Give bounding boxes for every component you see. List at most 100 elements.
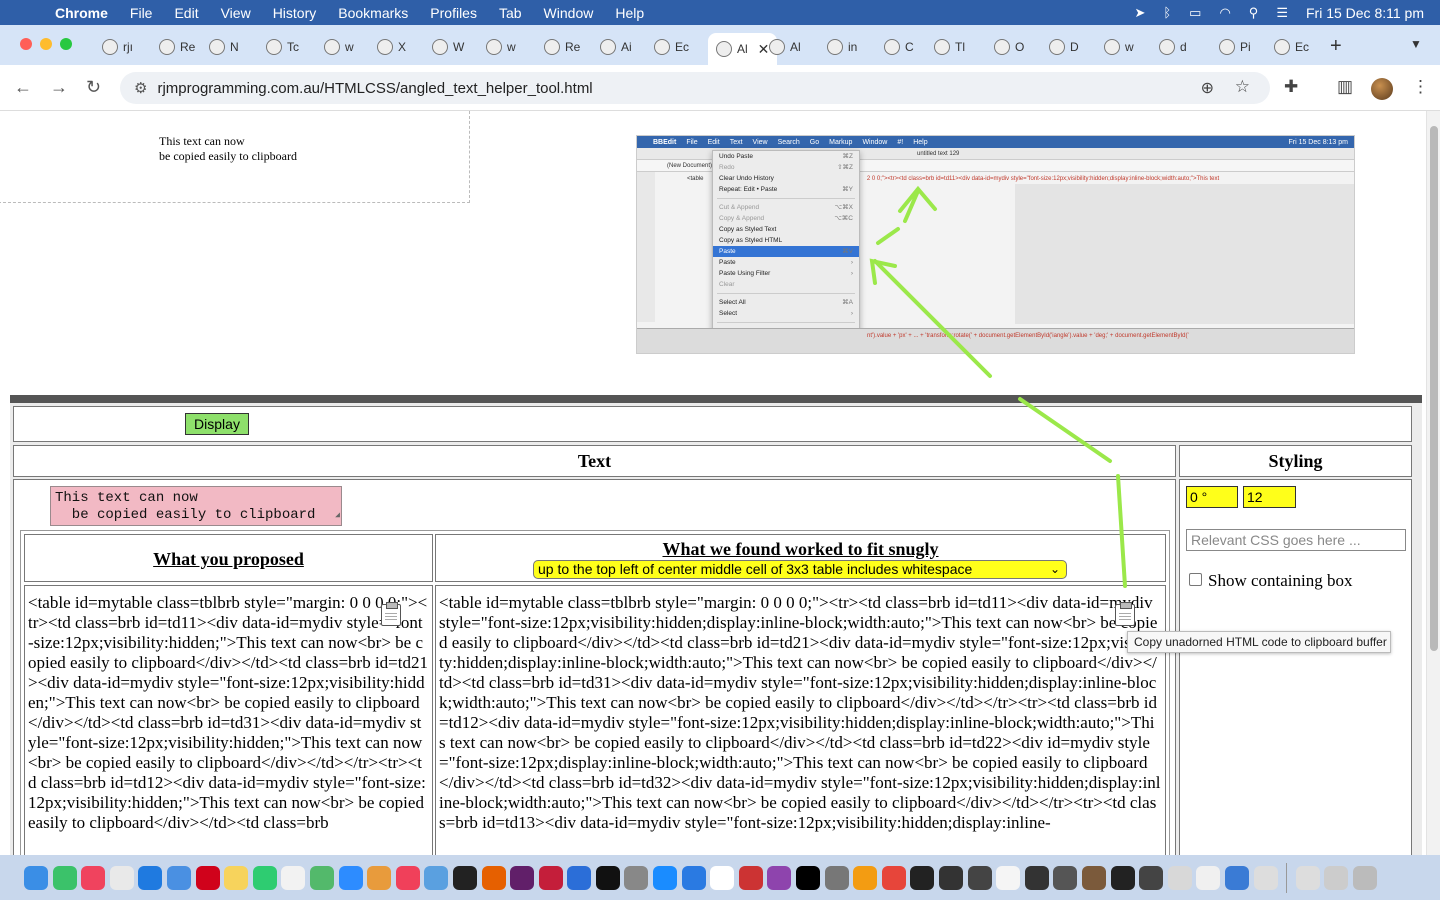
podcasts-icon[interactable] [767, 865, 792, 890]
zoom-window-button[interactable] [60, 38, 72, 50]
textedit-icon[interactable] [281, 865, 306, 890]
keychain-icon[interactable] [824, 865, 849, 890]
menu-edit[interactable]: Edit [163, 5, 209, 21]
tab[interactable]: O [990, 33, 1024, 61]
xcode-icon[interactable] [681, 865, 706, 890]
clock[interactable]: Fri 15 Dec 8:11 pm [1306, 5, 1424, 21]
inkscape-icon[interactable] [910, 865, 935, 890]
calendar-icon[interactable] [710, 865, 735, 890]
fit-mode-select[interactable]: up to the top left of center middle cell… [533, 560, 1067, 579]
photobooth-icon[interactable] [738, 865, 763, 890]
site-info-icon[interactable]: ⚙ [134, 79, 147, 97]
gimp-icon[interactable] [1081, 865, 1106, 890]
firefox-icon[interactable] [481, 865, 506, 890]
console-icon[interactable] [1024, 865, 1049, 890]
control-center-icon[interactable]: ☰ [1276, 5, 1288, 21]
books-icon[interactable] [853, 865, 878, 890]
screen-icon[interactable] [1110, 865, 1135, 890]
zoom-icon[interactable]: ⊕ [1201, 78, 1214, 98]
calculator-icon[interactable] [624, 865, 649, 890]
menu-tab[interactable]: Tab [488, 5, 533, 21]
tab[interactable]: d [1155, 33, 1187, 61]
file-icon[interactable] [1196, 865, 1221, 890]
appstore-icon[interactable] [653, 865, 678, 890]
reload-icon[interactable]: ↻ [86, 77, 101, 98]
pages-icon[interactable] [996, 865, 1021, 890]
bbedit-icon[interactable] [567, 865, 592, 890]
trash-icon[interactable] [1352, 865, 1377, 890]
chevron-down-icon[interactable]: ▼ [1410, 37, 1422, 52]
quicktime-icon[interactable] [967, 865, 992, 890]
minimize-window-button[interactable] [40, 38, 52, 50]
tab[interactable]: Tl [930, 33, 965, 61]
angle-input[interactable]: 0 ° [1186, 486, 1238, 508]
tab[interactable]: w [482, 33, 516, 61]
menu-file[interactable]: File [119, 5, 164, 21]
menu-view[interactable]: View [210, 5, 262, 21]
tab[interactable]: D [1045, 33, 1079, 61]
battery-icon[interactable]: ▭ [1189, 5, 1201, 21]
opera-icon[interactable] [195, 865, 220, 890]
launchpad-icon[interactable] [109, 865, 134, 890]
menu-profiles[interactable]: Profiles [419, 5, 488, 21]
forward-icon[interactable]: → [50, 77, 68, 98]
script-icon[interactable] [1167, 865, 1192, 890]
slack-icon[interactable] [510, 865, 535, 890]
text-input[interactable]: This text can now be copied easily to cl… [50, 486, 342, 526]
location-icon[interactable]: ➤ [1134, 5, 1145, 21]
bookmark-star-icon[interactable]: ☆ [1235, 77, 1250, 97]
tab[interactable]: Re [540, 33, 580, 61]
page-scrollbar[interactable] [1426, 111, 1440, 855]
window-icon[interactable] [1253, 865, 1278, 890]
tab[interactable]: Ai [596, 33, 632, 61]
tab[interactable]: Ec [1270, 33, 1309, 61]
new-tab-button[interactable]: + [1330, 35, 1342, 58]
profile-avatar[interactable] [1371, 78, 1393, 100]
wifi-icon[interactable]: ◠ [1219, 5, 1230, 21]
tab[interactable]: Pi [1215, 33, 1251, 61]
terminal2-icon[interactable] [939, 865, 963, 890]
menu-bookmarks[interactable]: Bookmarks [327, 5, 419, 21]
tab[interactable]: W [428, 33, 464, 61]
tab[interactable]: w [1100, 33, 1134, 61]
clock-icon[interactable] [1139, 865, 1164, 890]
screenshot-icon[interactable] [1324, 865, 1349, 890]
menu-app-name[interactable]: Chrome [44, 5, 119, 21]
filezilla-icon[interactable] [538, 865, 563, 890]
tab[interactable]: Re [155, 33, 195, 61]
photos-icon[interactable] [367, 865, 392, 890]
tab[interactable]: in [823, 33, 857, 61]
intellij-icon[interactable] [796, 865, 821, 890]
notes-icon[interactable] [224, 865, 249, 890]
music-icon[interactable] [81, 865, 106, 890]
tab[interactable]: N [205, 33, 239, 61]
back-icon[interactable]: ← [14, 77, 32, 98]
tab[interactable]: Al [765, 33, 801, 61]
preview-icon[interactable] [424, 865, 449, 890]
bluetooth-icon[interactable]: ᛒ [1163, 5, 1171, 20]
side-panel-icon[interactable]: ▥ [1337, 77, 1353, 97]
chrome-icon[interactable] [881, 865, 906, 890]
resize-grip-icon[interactable]: ◢ [335, 507, 340, 524]
tab[interactable]: w [320, 33, 354, 61]
terminal-icon[interactable] [452, 865, 477, 890]
tab[interactable]: C [880, 33, 914, 61]
messages-icon[interactable] [52, 865, 77, 890]
tab[interactable]: Ec [650, 33, 689, 61]
finder-icon[interactable] [24, 865, 48, 890]
zoom-icon[interactable] [338, 865, 363, 890]
safari-icon[interactable] [138, 865, 163, 890]
address-bar[interactable]: ⚙ rjmprogramming.com.au/HTMLCSS/angled_t… [120, 72, 1270, 104]
css-input[interactable]: Relevant CSS goes here ... [1186, 529, 1406, 551]
show-box-checkbox[interactable] [1189, 573, 1202, 586]
extensions-icon[interactable]: ✚ [1284, 77, 1298, 97]
appletv-icon[interactable] [595, 865, 620, 890]
tab[interactable]: rjı [98, 33, 133, 61]
maps-icon[interactable] [309, 865, 334, 890]
ftp-icon[interactable] [1053, 865, 1078, 890]
tab[interactable]: X [373, 33, 406, 61]
menu-help[interactable]: Help [604, 5, 655, 21]
facetime-icon[interactable] [252, 865, 277, 890]
display-button[interactable]: Display [185, 413, 249, 435]
scrollbar-thumb[interactable] [1430, 126, 1438, 651]
